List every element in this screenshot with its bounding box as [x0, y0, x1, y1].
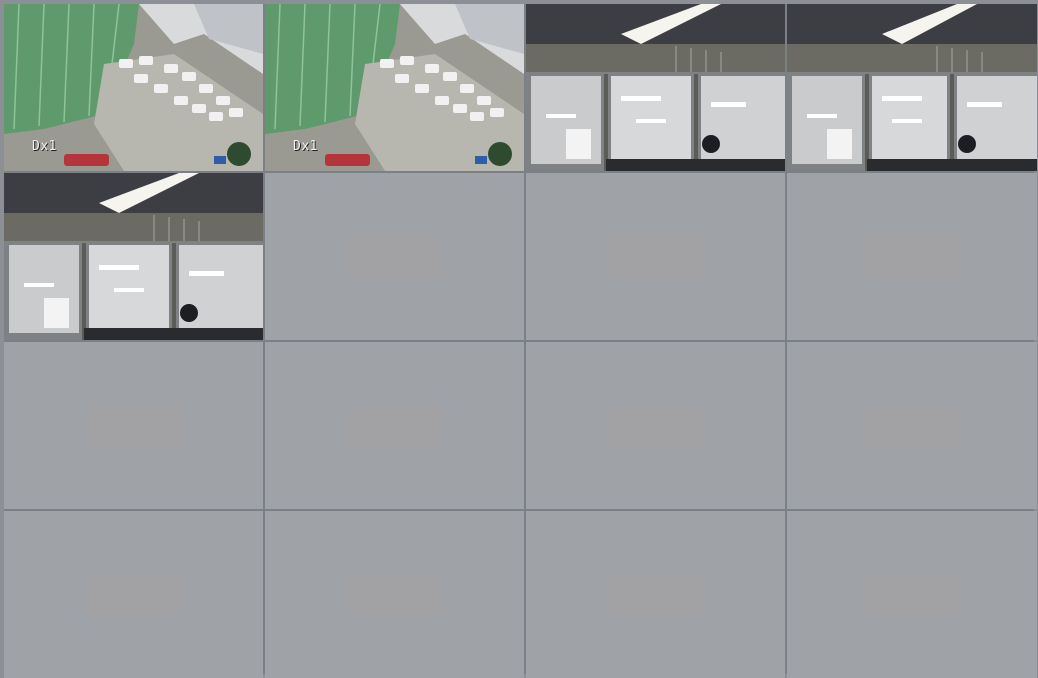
- no-signal-placeholder: [608, 404, 703, 447]
- indoor-feed-image: [787, 4, 1037, 171]
- camera-tile-5[interactable]: [4, 173, 263, 340]
- camera-tile-7[interactable]: [526, 173, 785, 340]
- camera-grid: Dx1 Dx1: [4, 4, 1037, 678]
- camera-tile-8[interactable]: [787, 173, 1037, 340]
- no-signal-placeholder: [347, 235, 442, 278]
- camera-tile-11[interactable]: [526, 342, 785, 509]
- camera-tile-4[interactable]: [787, 4, 1037, 171]
- no-signal-placeholder: [347, 573, 442, 616]
- indoor-feed-image: [526, 4, 785, 171]
- no-signal-placeholder: [865, 235, 959, 278]
- no-signal-placeholder: [86, 573, 181, 616]
- no-signal-placeholder: [86, 404, 181, 447]
- indoor-feed-image: [4, 173, 263, 340]
- camera-tile-6[interactable]: [265, 173, 524, 340]
- no-signal-placeholder: [608, 573, 703, 616]
- camera-label: Dx1: [293, 139, 318, 154]
- camera-tile-1[interactable]: Dx1: [4, 4, 263, 171]
- camera-tile-3[interactable]: [526, 4, 785, 171]
- no-signal-placeholder: [347, 404, 442, 447]
- camera-tile-2[interactable]: Dx1: [265, 4, 524, 171]
- camera-label: Dx1: [32, 139, 57, 154]
- camera-tile-12[interactable]: [787, 342, 1037, 509]
- no-signal-placeholder: [608, 235, 703, 278]
- no-signal-placeholder: [865, 573, 959, 616]
- no-signal-placeholder: [865, 404, 959, 447]
- camera-tile-13[interactable]: [4, 511, 263, 678]
- camera-tile-9[interactable]: [4, 342, 263, 509]
- camera-tile-14[interactable]: [265, 511, 524, 678]
- camera-tile-10[interactable]: [265, 342, 524, 509]
- camera-tile-16[interactable]: [787, 511, 1037, 678]
- camera-tile-15[interactable]: [526, 511, 785, 678]
